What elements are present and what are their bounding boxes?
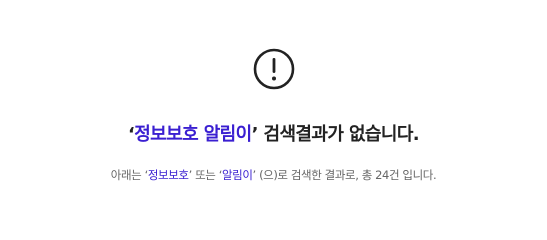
no-result-panel: ‘정보보호 알림이’ 검색결과가 없습니다. 아래는 ‘정보보호’ 또는 ‘알림… [0,0,547,240]
no-result-heading: ‘정보보호 알림이’ 검색결과가 없습니다. [128,123,420,147]
no-result-message: 검색결과가 없습니다. [257,124,420,145]
subline-connector: 또는 [191,168,219,182]
subline-prefix: 아래는 [110,168,145,182]
exclamation-circle-icon [253,48,294,90]
search-query-keyword: 정보보호 알림이 [134,124,252,145]
split-term-2: 알림이 [222,168,253,182]
subline-suffix: (으)로 검색한 결과로, 총 24건 입니다. [255,168,437,182]
split-term-1: 정보보호 [147,168,189,182]
alternative-result-description: 아래는 ‘정보보호’ 또는 ‘알림이’ (으)로 검색한 결과로, 총 24건 … [110,167,437,183]
